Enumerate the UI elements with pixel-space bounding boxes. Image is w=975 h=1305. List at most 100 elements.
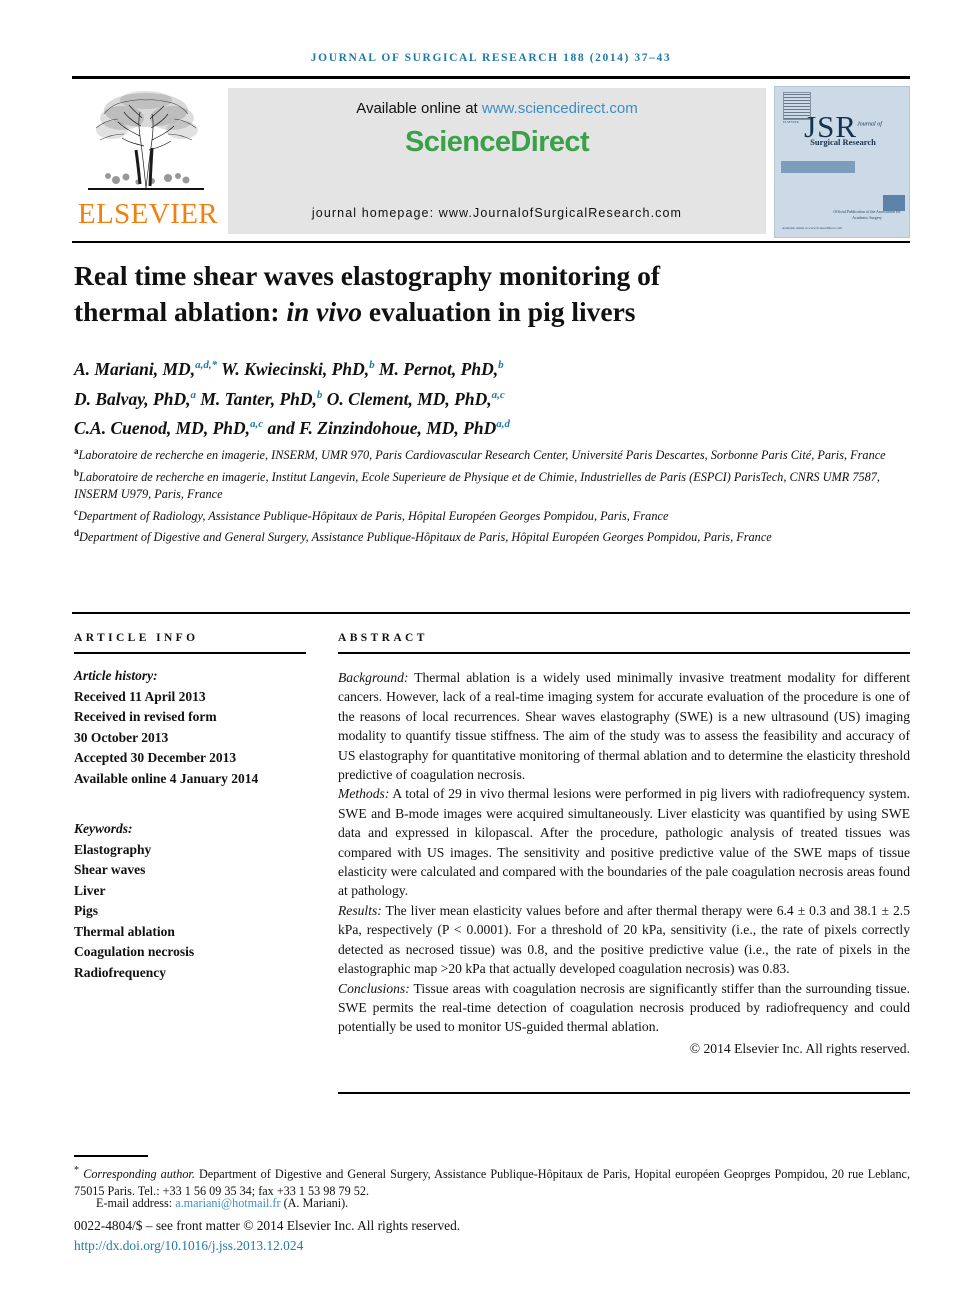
author-name: and F. Zinzindohoue, MD, PhD (267, 418, 497, 439)
abstract-column: ABSTRACT Background: Thermal ablation is… (338, 632, 910, 1058)
available-online-prefix: Available online at (356, 100, 482, 117)
abstract-rule (338, 652, 910, 654)
corresponding-author-marker: * (74, 1165, 80, 1176)
footnote-rule (74, 1155, 148, 1157)
masthead: ELSEVIER Available online at www.science… (72, 86, 910, 238)
abstract-bottom-rule (338, 1092, 910, 1094)
corresponding-author-text: Department of Digestive and General Surg… (74, 1167, 910, 1199)
author-entry[interactable]: W. Kwiecinski, PhD,b (221, 359, 374, 379)
email-label: E-mail address: (96, 1196, 176, 1210)
article-history-block: Article history: Received 11 April 2013 … (74, 666, 306, 789)
email-line: E-mail address: a.mariani@hotmail.fr (A.… (96, 1196, 696, 1211)
article-history-item: 30 October 2013 (74, 729, 169, 745)
cover-footer-note: Available online at www.ScienceDirect.co… (782, 225, 843, 230)
abstract-section: Conclusions: Tissue areas with coagulati… (338, 979, 910, 1037)
keyword-item[interactable]: Shear waves (74, 860, 306, 881)
issn-copyright-line: 0022-4804/$ – see front matter © 2014 El… (74, 1218, 461, 1233)
abstract-section-label: Conclusions: (338, 980, 410, 996)
author-entry[interactable]: and F. Zinzindohoue, MD, PhDa,d (268, 418, 510, 438)
doi-link[interactable]: http://dx.doi.org/10.1016/j.jss.2013.12.… (74, 1238, 303, 1253)
author-entry[interactable]: D. Balvay, PhD,a (74, 389, 196, 409)
author-affiliation-marker[interactable]: a,c (250, 419, 263, 431)
author-affiliation-marker[interactable]: b (369, 359, 375, 371)
author-entry[interactable]: C.A. Cuenod, MD, PhD,a,c (74, 418, 263, 438)
elsevier-wordmark: ELSEVIER (77, 198, 219, 230)
author-affiliation-marker[interactable]: a (191, 389, 197, 401)
article-history-item: Received 11 April 2013 (74, 688, 206, 704)
affiliation-list: aLaboratoire de recherche en imagerie, I… (74, 443, 910, 547)
abstract-body: Background: Thermal ablation is a widely… (338, 668, 910, 1058)
abstract-section-text: A total of 29 in vivo thermal lesions we… (338, 786, 910, 899)
abstract-section-text: The liver mean elasticity values before … (338, 902, 910, 977)
elsevier-tree-icon (82, 88, 210, 198)
author-entry[interactable]: O. Clement, MD, PhD,a,c (327, 389, 505, 409)
keyword-item[interactable]: Pigs (74, 901, 306, 922)
abstract-heading: ABSTRACT (338, 632, 428, 644)
available-online-line: Available online at www.sciencedirect.co… (228, 100, 766, 117)
author-name: D. Balvay, PhD, (74, 388, 191, 409)
abstract-copyright: © 2014 Elsevier Inc. All rights reserved… (689, 1040, 910, 1056)
article-info-column: ARTICLE INFO Article history: Received 1… (74, 632, 306, 983)
author-name: A. Mariani, MD, (74, 358, 196, 379)
article-history-item: Received in revised form (74, 709, 217, 724)
title-line-2-italic: in vivo (286, 296, 362, 327)
title-line-1: Real time shear waves elastography monit… (74, 260, 661, 291)
author-affiliation-marker[interactable]: a,d,* (195, 359, 217, 371)
cover-title-sup: Journal of (857, 121, 882, 128)
article-first-page: JOURNAL OF SURGICAL RESEARCH 188 (2014) … (0, 0, 975, 1305)
author-entry[interactable]: M. Pernot, PhD,b (379, 359, 504, 379)
running-head: JOURNAL OF SURGICAL RESEARCH 188 (2014) … (310, 52, 672, 64)
affiliation-text: Laboratoire de recherche en imagerie, IN… (78, 448, 886, 463)
author-list: A. Mariani, MD,a,d,* W. Kwiecinski, PhD,… (74, 352, 834, 441)
keywords-block: Keywords: Elastography Shear waves Liver… (74, 819, 306, 983)
masthead-rule (72, 241, 910, 243)
author-name: C.A. Cuenod, MD, PhD, (74, 418, 251, 439)
sciencedirect-logo: ScienceDirect (404, 126, 590, 158)
journal-cover-thumbnail: ELSEVIER JSRJournal of Surgical Research… (774, 86, 910, 238)
article-history-label: Article history: (74, 668, 158, 683)
author-affiliation-marker[interactable]: a,d (496, 419, 510, 431)
author-affiliation-marker[interactable]: b (498, 359, 504, 371)
header-rule (72, 76, 910, 79)
abstract-section: Results: The liver mean elasticity value… (338, 901, 910, 979)
keyword-item[interactable]: Thermal ablation (74, 922, 306, 943)
article-info-rule (74, 652, 306, 654)
article-history-item: Available online 4 January 2014 (74, 770, 259, 786)
title-line-2-suffix: evaluation in pig livers (361, 296, 636, 327)
elsevier-logo: ELSEVIER (72, 86, 222, 238)
abstract-section: Methods: A total of 29 in vivo thermal l… (338, 784, 910, 900)
doi-line: http://dx.doi.org/10.1016/j.jss.2013.12.… (74, 1238, 303, 1254)
email-link[interactable]: a.mariani@hotmail.fr (175, 1196, 280, 1210)
page-title: Real time shear waves elastography monit… (74, 258, 804, 330)
title-line-2-prefix: thermal ablation: (74, 296, 287, 327)
abstract-section-text: Tissue areas with coagulation necrosis a… (338, 980, 910, 1035)
affiliation-item: cDepartment of Radiology, Assistance Pub… (74, 504, 910, 526)
cover-subtitle: Surgical Research (810, 137, 876, 147)
abstract-section: Background: Thermal ablation is a widely… (338, 668, 910, 784)
affiliation-item: dDepartment of Digestive and General Sur… (74, 525, 910, 547)
keywords-label: Keywords: (74, 821, 133, 836)
sciencedirect-link[interactable]: www.sciencedirect.com (482, 100, 638, 117)
abstract-section-label: Results: (338, 902, 382, 918)
keyword-item[interactable]: Coagulation necrosis (74, 942, 306, 963)
affiliation-text: Laboratoire de recherche en imagerie, In… (74, 469, 880, 502)
author-affiliation-marker[interactable]: b (317, 389, 323, 401)
journal-homepage-line: journal homepage: www.JournalofSurgicalR… (311, 206, 683, 220)
abstract-section-text: Thermal ablation is a widely used minima… (338, 670, 910, 783)
author-affiliation-marker[interactable]: a,c (492, 389, 505, 401)
author-name: W. Kwiecinski, PhD, (221, 358, 370, 379)
author-name: O. Clement, MD, PhD, (326, 388, 492, 409)
author-entry[interactable]: M. Tanter, PhD,b (200, 389, 322, 409)
author-name: M. Tanter, PhD, (200, 388, 317, 409)
affiliation-text: Department of Digestive and General Surg… (79, 530, 772, 545)
keyword-item[interactable]: Elastography (74, 840, 306, 861)
keyword-item[interactable]: Radiofrequency (74, 963, 306, 984)
author-entry[interactable]: A. Mariani, MD,a,d,* (74, 359, 217, 379)
corresponding-author-note: * Corresponding author. Department of Di… (74, 1162, 910, 1200)
article-history-item: Accepted 30 December 2013 (74, 750, 237, 765)
sciencedirect-banner: Available online at www.sciencedirect.co… (228, 88, 766, 234)
abstract-section-label: Background: (338, 670, 409, 685)
affiliation-text: Department of Radiology, Assistance Publ… (78, 508, 669, 523)
abstract-section-label: Methods: (338, 786, 390, 802)
keyword-item[interactable]: Liver (74, 881, 306, 902)
